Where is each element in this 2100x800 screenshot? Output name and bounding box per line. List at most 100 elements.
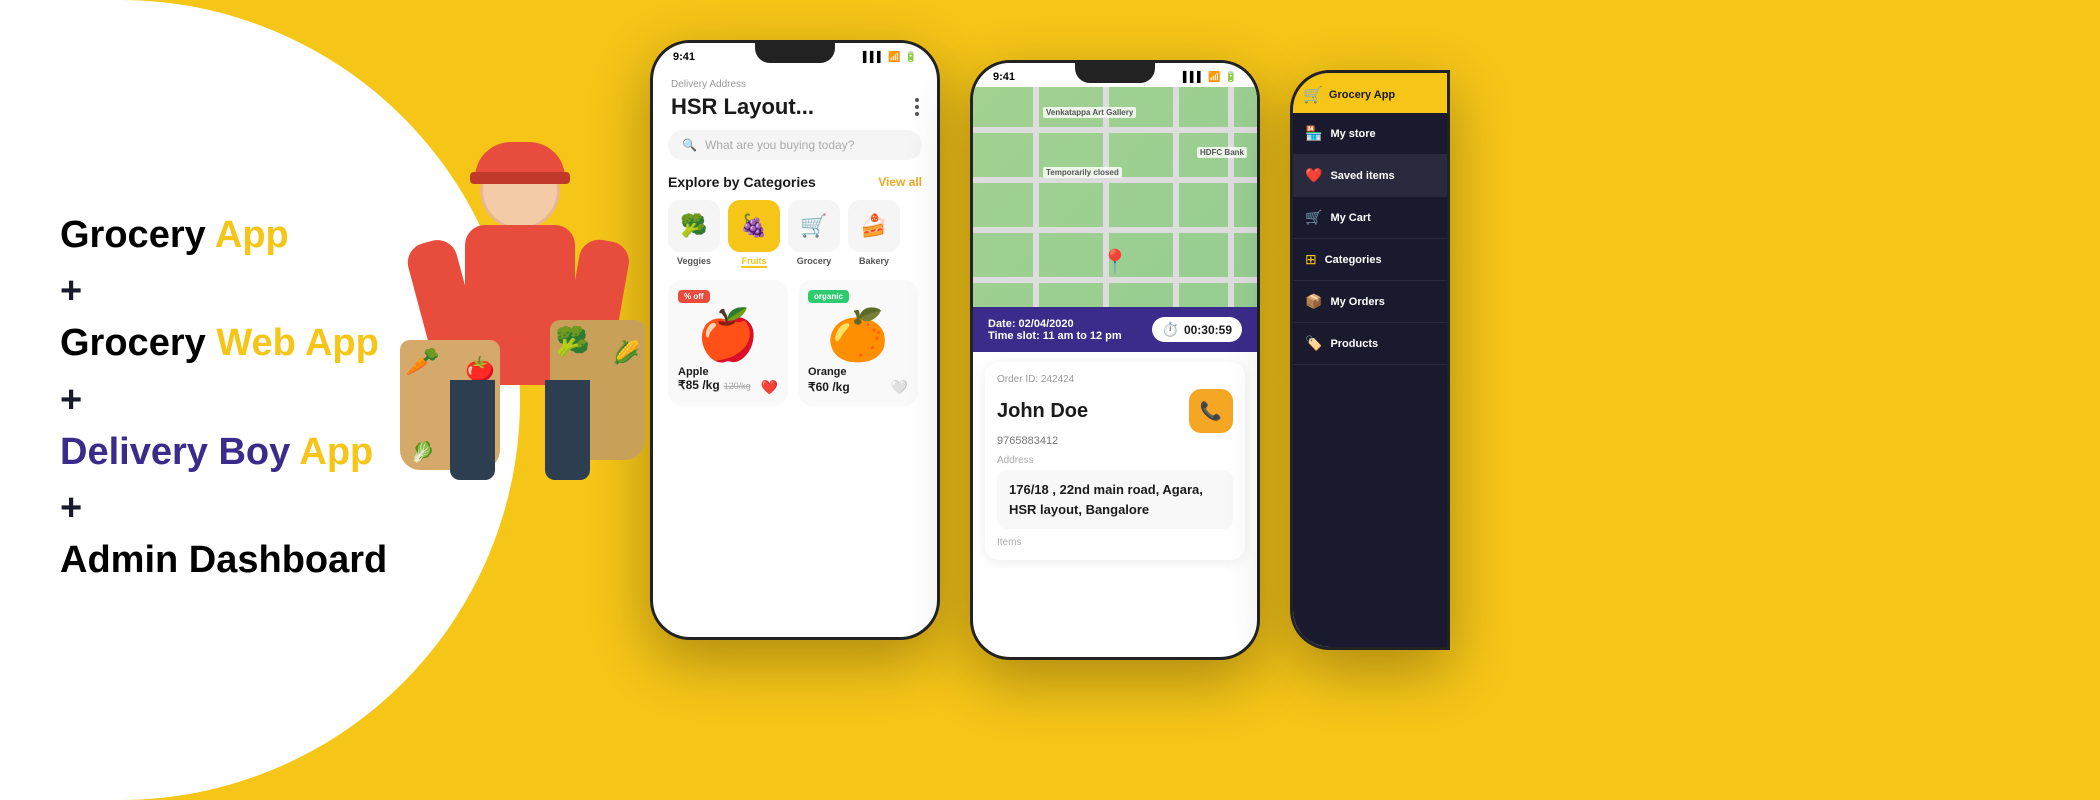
battery-icon-1: 🔋 [905, 52, 917, 63]
explore-row: Explore by Categories View all [653, 174, 937, 200]
location-pin: 📍 [1100, 248, 1130, 277]
dot-1 [915, 98, 919, 102]
product-apple[interactable]: % off 🍎 Apple ₹85 /kg 120/kg ❤️ [668, 280, 788, 406]
address-row: HSR Layout... [653, 90, 937, 130]
line1-accent: App [215, 214, 289, 256]
date-label: Date: 02/04/2020 [988, 318, 1122, 330]
address-label: Address [997, 455, 1233, 466]
category-fruits[interactable]: 🍇 Fruits [728, 200, 780, 268]
order-card: Order ID: 242424 John Doe 📞 9765883412 A… [985, 362, 1245, 560]
products-label: Products [1330, 338, 1378, 350]
map-area: Venkatappa Art Gallery HDFC Bank Tempora… [973, 87, 1257, 307]
order-id: Order ID: 242424 [997, 374, 1233, 385]
line1-text: Grocery [60, 214, 215, 256]
road-v4 [1228, 87, 1234, 307]
sale-badge: % off [678, 290, 710, 303]
timer-value: 00:30:59 [1184, 323, 1232, 337]
status-icons-2: ▌▌▌ 📶 🔋 [1183, 72, 1237, 83]
bakery-icon: 🍰 [848, 200, 900, 252]
apple-heart-icon[interactable]: ❤️ [761, 379, 778, 396]
road-h1 [973, 127, 1257, 133]
search-placeholder: What are you buying today? [705, 138, 854, 152]
status-time-2: 9:41 [993, 71, 1015, 83]
road-h3 [973, 227, 1257, 233]
myorders-label: My Orders [1330, 296, 1384, 308]
explore-label: Explore by Categories [668, 174, 816, 190]
address-text: HSR Layout... [671, 94, 814, 120]
road-h4 [973, 277, 1257, 283]
phone-admin-app: 🛒 Grocery App 🏪 My store ❤️ Saved items … [1290, 70, 1450, 650]
grocery-label: Grocery [797, 256, 832, 266]
countdown-timer: ⏱️ 00:30:59 [1152, 317, 1242, 342]
fruits-label: Fruits [741, 256, 766, 268]
phone-grocery-app: 9:41 ▌▌▌ 📶 🔋 Delivery Address HSR Layout… [650, 40, 940, 640]
delivery-person-image: 🥕 🍅 🥬 🥦 🌽 🥒 [380, 120, 660, 800]
nav-item-myorders[interactable]: 📦 My Orders [1293, 281, 1447, 323]
line3-accent: Delivery Boy [60, 431, 299, 473]
apple-name: Apple [678, 366, 778, 378]
items-label: Items [997, 537, 1233, 548]
fruits-icon: 🍇 [728, 200, 780, 252]
admin-header: 🛒 Grocery App [1293, 73, 1447, 113]
grocery-icon: 🛒 [788, 200, 840, 252]
admin-sidebar: 🛒 Grocery App 🏪 My store ❤️ Saved items … [1293, 73, 1447, 647]
map-label-3: Temporarily closed [1043, 167, 1122, 178]
phone-screens-container: 9:41 ▌▌▌ 📶 🔋 Delivery Address HSR Layout… [650, 40, 1450, 660]
mycart-label: My Cart [1330, 212, 1370, 224]
menu-dots[interactable] [915, 98, 919, 116]
veggies-label: Veggies [677, 256, 711, 266]
call-button[interactable]: 📞 [1189, 389, 1233, 433]
store-icon: 🏪 [1305, 125, 1322, 142]
customer-name: John Doe [997, 400, 1088, 423]
road-v1 [1033, 87, 1039, 307]
category-bakery[interactable]: 🍰 Bakery [848, 200, 900, 268]
category-veggies[interactable]: 🥦 Veggies [668, 200, 720, 268]
view-all-link[interactable]: View all [878, 175, 922, 189]
orange-name: Orange [808, 366, 908, 378]
apple-image: 🍎 [678, 310, 778, 360]
category-grocery[interactable]: 🛒 Grocery [788, 200, 840, 268]
products-icon: 🏷️ [1305, 335, 1322, 352]
status-time-1: 9:41 [673, 51, 695, 63]
line2-text: Grocery [60, 322, 216, 364]
phone-delivery-app: 9:41 ▌▌▌ 📶 🔋 Venkatappa Art Gallery HDFC… [970, 60, 1260, 660]
app-name-label: Grocery App [1329, 89, 1395, 101]
nav-item-products[interactable]: 🏷️ Products [1293, 323, 1447, 365]
wifi-icon-2: 📶 [1208, 72, 1220, 83]
map-label-1: Venkatappa Art Gallery [1043, 107, 1136, 118]
phone-notch-1 [755, 43, 835, 63]
delivery-addr-label: Delivery Address [653, 67, 937, 90]
heart-icon: ❤️ [1305, 167, 1322, 184]
nav-item-mycart[interactable]: 🛒 My Cart [1293, 197, 1447, 239]
line3-text: App [299, 431, 373, 473]
categories-icon: ⊞ [1305, 251, 1317, 268]
orange-image: 🍊 [808, 310, 908, 360]
categories-label: Categories [1325, 254, 1382, 266]
search-bar[interactable]: 🔍 What are you buying today? [668, 130, 922, 160]
date-time-info: Date: 02/04/2020 Time slot: 11 am to 12 … [988, 318, 1122, 342]
map-label-2: HDFC Bank [1197, 147, 1247, 158]
nav-item-categories[interactable]: ⊞ Categories [1293, 239, 1447, 281]
timer-icon: ⏱️ [1162, 321, 1179, 338]
mystore-label: My store [1330, 128, 1375, 140]
search-icon: 🔍 [682, 138, 697, 152]
bakery-label: Bakery [859, 256, 889, 266]
customer-row: John Doe 📞 [997, 389, 1233, 433]
grocery-cart-icon: 🛒 [1303, 85, 1323, 105]
orange-heart-icon[interactable]: 🤍 [891, 379, 908, 396]
categories-row: 🥦 Veggies 🍇 Fruits 🛒 Grocery 🍰 Bakery [653, 200, 937, 280]
time-slot-label: Time slot: 11 am to 12 pm [988, 330, 1122, 342]
road-v3 [1173, 87, 1179, 307]
apple-old-price: 120/kg [724, 381, 751, 391]
battery-icon-2: 🔋 [1225, 72, 1237, 83]
signal-icon-2: ▌▌▌ [1183, 72, 1204, 83]
address-value: 176/18 , 22nd main road, Agara, HSR layo… [997, 470, 1233, 529]
product-orange[interactable]: organic 🍊 Orange ₹60 /kg 🤍 [798, 280, 918, 406]
customer-phone: 9765883412 [997, 435, 1233, 447]
organic-badge: organic [808, 290, 849, 303]
status-icons-1: ▌▌▌ 📶 🔋 [863, 52, 917, 63]
nav-item-saveditems[interactable]: ❤️ Saved items [1293, 155, 1447, 197]
saveditems-label: Saved items [1330, 170, 1394, 182]
apple-price: ₹85 /kg [678, 378, 720, 392]
nav-item-mystore[interactable]: 🏪 My store [1293, 113, 1447, 155]
